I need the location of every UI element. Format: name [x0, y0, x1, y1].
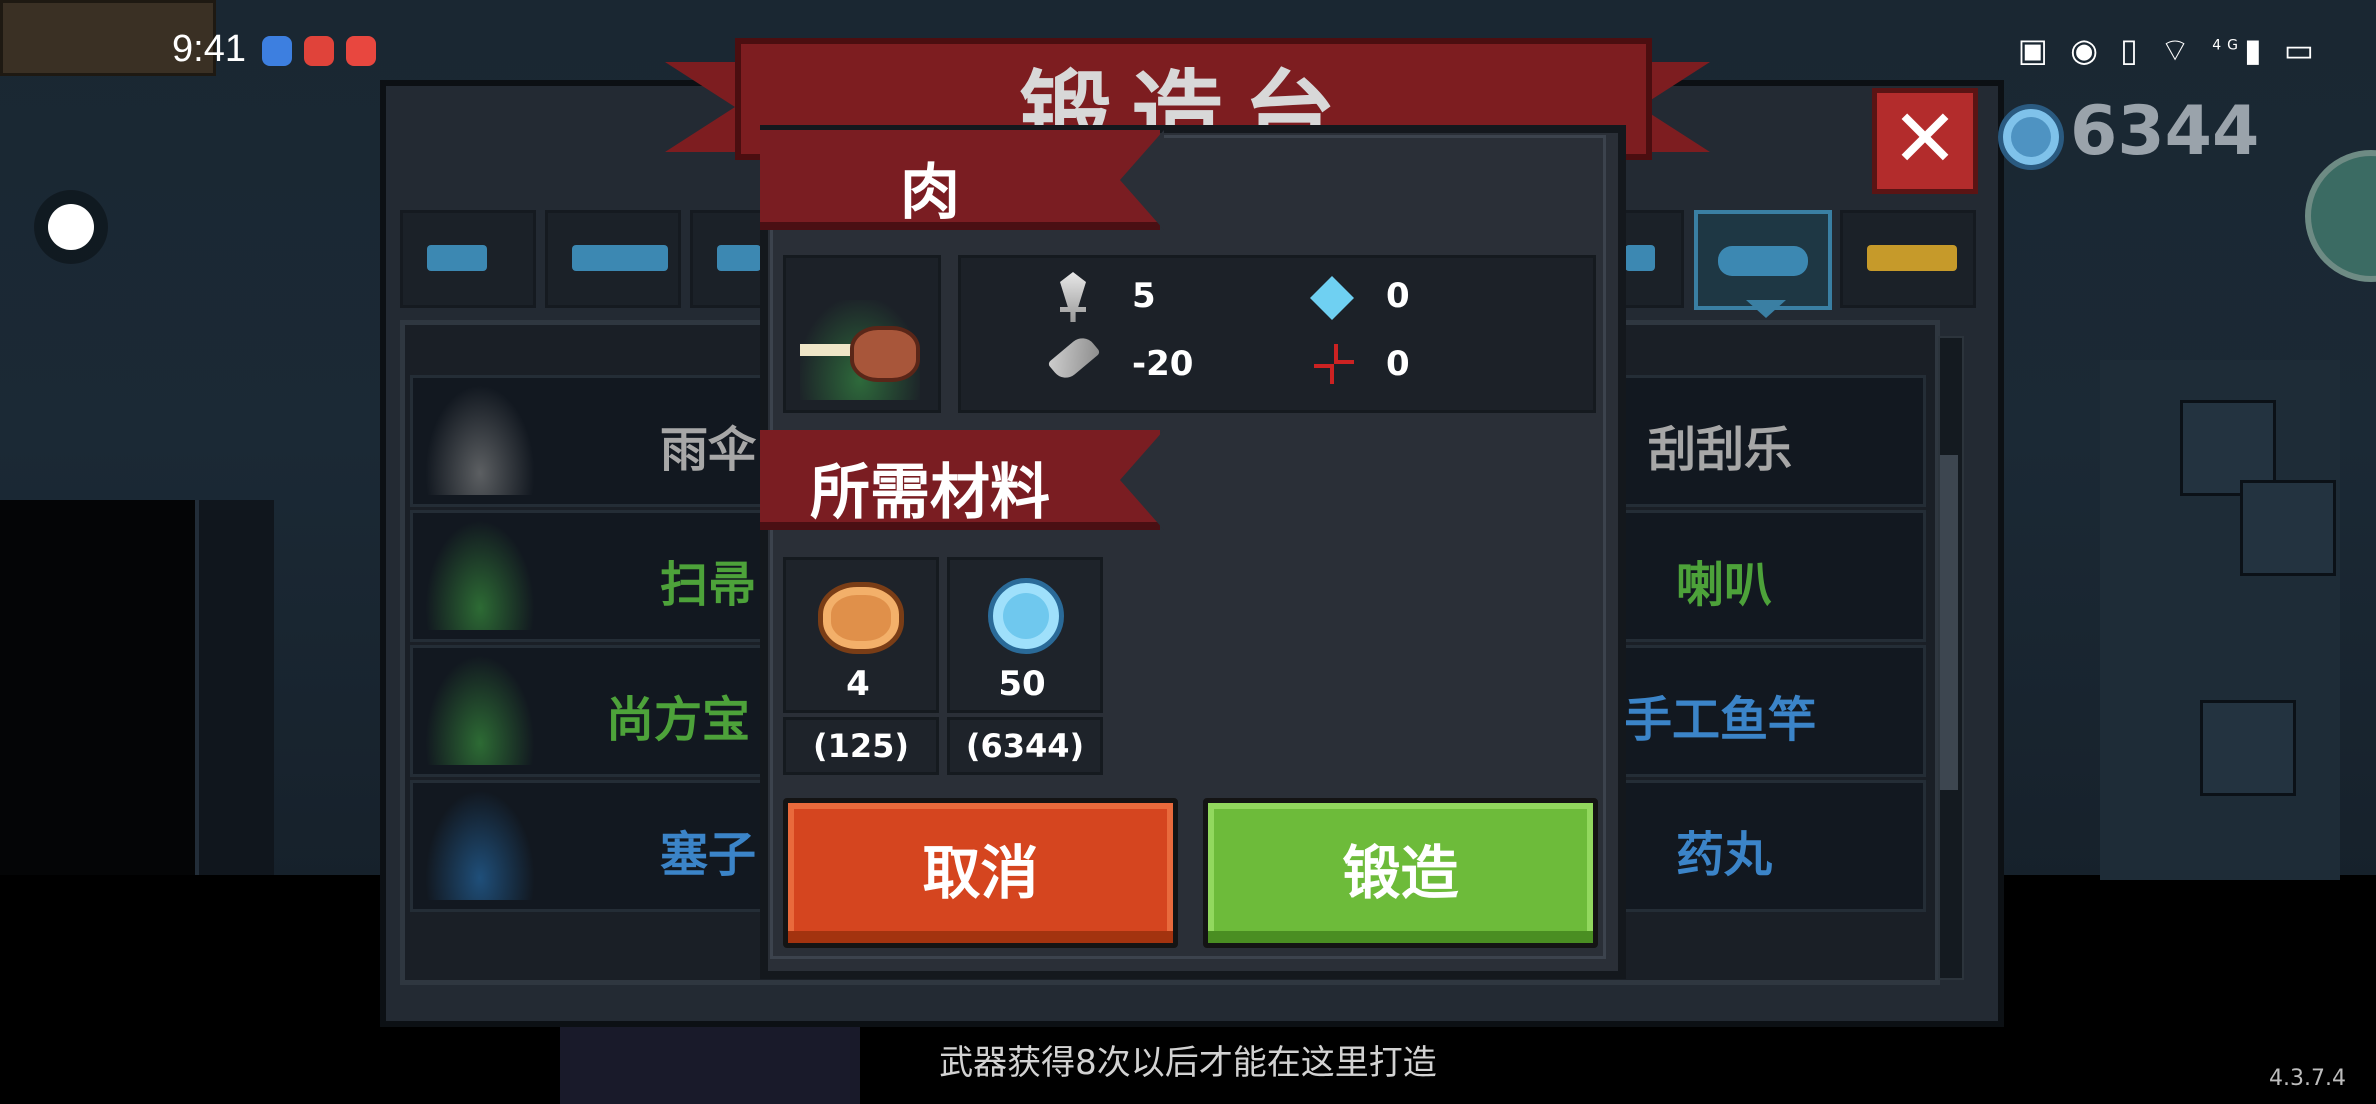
fish-sword-icon [425, 655, 535, 765]
shotgun-icon [717, 245, 761, 271]
banner-tail-left [665, 62, 735, 152]
active-tab-indicator [1746, 300, 1786, 318]
crate [2200, 700, 2296, 796]
battery-charging-icon: ▭ [2283, 31, 2320, 69]
tab-pistol[interactable] [400, 210, 536, 308]
assistive-touch-button[interactable] [48, 204, 94, 250]
broom-icon [425, 520, 535, 630]
status-time: 9:41 [172, 28, 246, 70]
plunger-icon [425, 790, 535, 900]
energy-value: 0 [1386, 276, 1410, 316]
item-name: 肉 [900, 158, 960, 228]
crit-value: -20 [1132, 344, 1194, 384]
pistol-icon [427, 245, 487, 271]
gem-count: 6344 [2070, 92, 2260, 171]
damage-value: 5 [1132, 276, 1156, 316]
meat-drumstick-icon [800, 320, 920, 382]
ore-icon [818, 582, 904, 654]
tab-rifle[interactable] [545, 210, 681, 308]
item-stats [958, 255, 1596, 413]
weapon-name-right: 药丸 [1676, 827, 1773, 883]
weapon-name-left: 塞子 [660, 827, 757, 883]
close-button[interactable]: ✕ [1872, 88, 1978, 194]
wifi-icon: ⌔ [2159, 31, 2197, 69]
tab-fish[interactable] [1694, 210, 1832, 310]
material-owned: (6344) [947, 717, 1103, 775]
rifle-icon [572, 245, 668, 271]
weapon-name-left: 雨伞 [660, 422, 757, 478]
status-icons: ▣ ◉ ▯ ⌔ 4G▮ ▭ [2018, 30, 2320, 70]
materials-header: 所需材料 [810, 458, 1050, 528]
scrollbar-thumb[interactable] [1940, 455, 1958, 790]
cancel-button[interactable]: 取消 [783, 798, 1178, 948]
umbrella-icon [425, 385, 535, 495]
fish-icon [1718, 246, 1808, 276]
forge-hint: 武器获得8次以后才能在这里打造 [939, 1043, 1437, 1083]
forge-button[interactable]: 锻造 [1203, 798, 1598, 948]
ribbon-notch [1120, 430, 1164, 530]
material-owned: (125) [783, 717, 939, 775]
accuracy-value: 0 [1386, 344, 1410, 384]
tab-crown[interactable] [1840, 210, 1976, 308]
crown-icon [1867, 245, 1957, 271]
bow-icon [1625, 245, 1655, 271]
signal-4g-icon: 4G▮ [2212, 31, 2268, 69]
gem-icon [1998, 104, 2064, 170]
weapon-name-right: 手工鱼竿 [1624, 692, 1817, 748]
weapon-name-left: 尚方宝 [606, 692, 751, 748]
weapon-name-right: 刮刮乐 [1648, 422, 1793, 478]
ribbon-notch [1120, 130, 1164, 230]
tab-shotgun[interactable] [690, 210, 766, 308]
material-required: 4 [846, 664, 870, 704]
pillar [195, 500, 274, 880]
item-name-ribbon [760, 130, 1160, 230]
material-required: 50 [998, 664, 1046, 704]
vibrate-icon: ▯ [2120, 31, 2144, 69]
weapon-name-right: 喇叭 [1676, 557, 1773, 613]
health-app-icon [304, 36, 334, 66]
crate [2240, 480, 2336, 576]
cast-icon: ▣ [2017, 31, 2054, 69]
eye-icon: ◉ [2070, 31, 2104, 69]
browser-app-icon [262, 36, 292, 66]
version-label: 4.3.7.4 [2269, 1066, 2346, 1091]
notes-app-icon [346, 36, 376, 66]
gem-icon [988, 578, 1064, 654]
weapon-name-left: 扫帚 [660, 557, 757, 613]
